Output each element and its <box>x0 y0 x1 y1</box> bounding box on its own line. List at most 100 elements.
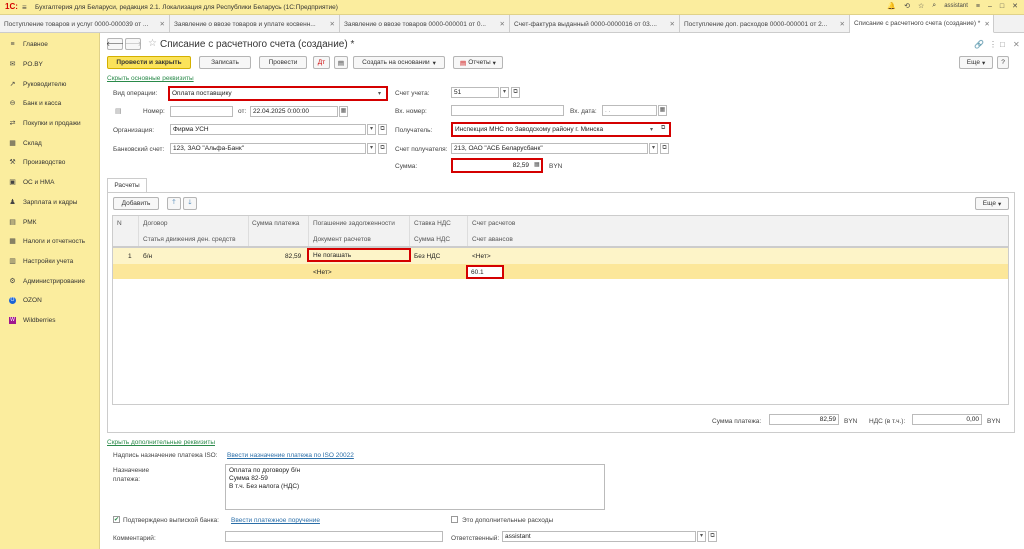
recipient-account-input[interactable]: 213, ОАО "АСБ Беларусбанк" <box>451 143 648 154</box>
bell-icon[interactable]: 🔔 <box>887 2 896 10</box>
table-row-secondary[interactable] <box>113 264 1008 279</box>
tab-invoice[interactable]: Счет-фактура выданный 0000-0000016 от 03… <box>510 15 680 33</box>
more-button[interactable]: Еще ▾ <box>959 56 993 69</box>
number-input[interactable] <box>170 106 233 117</box>
close-tab-icon[interactable]: ✕ <box>670 20 675 28</box>
sidebar-item-admin[interactable]: ⚙ Администрирование <box>0 271 99 291</box>
tab-receipt[interactable]: Поступление товаров и услуг 0000-000039 … <box>0 15 170 33</box>
create-based-on-button[interactable]: Создать на основании ▾ <box>353 56 445 69</box>
user-name[interactable]: assistant <box>944 3 968 9</box>
chevron-down-icon[interactable]: ▾ <box>367 143 376 154</box>
account-input[interactable]: 51 <box>451 87 499 98</box>
tab-import-statement-2[interactable]: Заявление о ввозе товаров 0000-000001 от… <box>340 15 510 33</box>
sum-input[interactable]: 82,59 <box>451 158 543 173</box>
restore-icon[interactable]: □ <box>1000 40 1005 49</box>
sidebar-item-salary[interactable]: ♟ Зарплата и кадры <box>0 193 99 213</box>
row-advance-account[interactable]: 60.1 <box>466 265 504 279</box>
maximize-icon[interactable]: □ <box>1000 3 1004 10</box>
incoming-number-input[interactable] <box>451 105 564 116</box>
minimize-icon[interactable]: – <box>988 3 992 10</box>
bank-confirmed-checkbox[interactable]: ✔ <box>113 516 120 523</box>
open-link-icon[interactable]: ⧉ <box>378 143 387 154</box>
chevron-down-icon[interactable]: ▾ <box>697 531 706 542</box>
chevron-down-icon[interactable]: ▾ <box>500 87 509 98</box>
sidebar-item-production[interactable]: ⚒ Производство <box>0 153 99 173</box>
sidebar-item-poby[interactable]: ✉ PO.BY <box>0 55 99 75</box>
row-settlement-doc[interactable]: <Нет> <box>313 269 332 276</box>
post-and-close-button[interactable]: Провести и закрыть <box>107 56 191 69</box>
sidebar-item-main[interactable]: ≡ Главное <box>0 35 99 55</box>
bank-account-input[interactable]: 123, ЗАО "Альфа-Банк" <box>170 143 366 154</box>
operation-type-select[interactable]: Оплата поставщику <box>168 86 388 101</box>
tab-write-off[interactable]: Списание с расчетного счета (создание) *… <box>850 15 994 33</box>
help-button[interactable]: ? <box>997 56 1009 69</box>
open-link-icon[interactable]: ⧉ <box>660 143 669 154</box>
sidebar-item-taxes[interactable]: ▦ Налоги и отчетность <box>0 232 99 252</box>
sidebar-item-settings[interactable]: ▥ Настройки учета <box>0 252 99 272</box>
open-link-icon[interactable]: ⧉ <box>378 124 387 135</box>
table-more-button[interactable]: Еще ▾ <box>975 197 1009 210</box>
tab-additional-costs[interactable]: Поступление доп. расходов 0000-000001 от… <box>680 15 850 33</box>
open-link-icon[interactable]: ⧉ <box>511 87 520 98</box>
hide-additional-details-link[interactable]: Скрыть дополнительные реквизиты <box>107 439 215 446</box>
reports-button[interactable]: ▤ Отчеты ▾ <box>453 56 503 69</box>
link-icon[interactable]: 🔗 <box>974 40 984 49</box>
favorite-star-icon[interactable]: ☆ <box>148 38 157 49</box>
more-vertical-icon[interactable]: ⋮ <box>989 40 997 49</box>
table-row[interactable] <box>113 248 1008 264</box>
sidebar-item-warehouse[interactable]: ▦ Склад <box>0 133 99 153</box>
close-tab-icon[interactable]: ✕ <box>160 20 165 28</box>
menu-icon[interactable]: ≡ <box>22 3 27 12</box>
tab-settlements[interactable]: Расчеты <box>107 178 147 193</box>
open-link-icon[interactable]: ⧉ <box>708 531 717 542</box>
open-link-icon[interactable]: ⧉ <box>661 125 665 132</box>
calendar-icon[interactable]: ▦ <box>339 106 348 117</box>
chevron-down-icon[interactable]: ▾ <box>367 124 376 135</box>
row-vat-rate[interactable]: Без НДС <box>414 253 440 260</box>
close-tab-icon[interactable]: ✕ <box>500 20 505 28</box>
star-icon[interactable]: ☆ <box>918 2 924 10</box>
sidebar-item-ozon[interactable]: O OZON <box>0 291 99 311</box>
organization-input[interactable]: Фирма УСН <box>170 124 366 135</box>
sidebar-item-rmk[interactable]: ▤ РМК <box>0 212 99 232</box>
responsible-input[interactable]: assistant <box>502 531 696 542</box>
sidebar-item-assets[interactable]: ▣ ОС и НМА <box>0 173 99 193</box>
payment-purpose-textarea[interactable]: Оплата по договору б/н Сумма 82-59 В т.ч… <box>225 464 605 510</box>
dt-kt-button[interactable]: Дт <box>313 56 330 69</box>
back-button[interactable]: 🡐 <box>106 38 124 50</box>
close-tab-icon[interactable]: ✕ <box>984 20 989 28</box>
sidebar-item-bank[interactable]: ⊖ Банк и касса <box>0 94 99 114</box>
iso-purpose-link[interactable]: Ввести назначение платежа по ISO 20022 <box>227 452 354 459</box>
close-tab-icon[interactable]: ✕ <box>840 20 845 28</box>
settings-icon[interactable]: ≡ <box>976 3 980 10</box>
sidebar-item-manager[interactable]: ↗ Руководителю <box>0 74 99 94</box>
close-tab-icon[interactable]: ✕ <box>330 20 335 28</box>
row-debt-repayment[interactable]: Не погашать <box>307 248 411 262</box>
comment-input[interactable] <box>225 531 443 542</box>
document-structure-icon[interactable]: ▤ <box>334 56 348 69</box>
sidebar-item-wildberries[interactable]: W Wildberries <box>0 311 99 331</box>
chevron-down-icon[interactable]: ▾ <box>650 126 653 133</box>
post-button[interactable]: Провести <box>259 56 307 69</box>
calculator-icon[interactable]: ▦ <box>534 161 540 168</box>
move-down-icon[interactable]: 🡓 <box>183 197 197 210</box>
history-icon[interactable]: ⟲ <box>904 2 910 10</box>
payment-order-link[interactable]: Ввести платежное поручение <box>231 517 320 524</box>
extra-expenses-checkbox[interactable] <box>451 516 458 523</box>
tab-import-statement-1[interactable]: Заявление о ввозе товаров и уплате косве… <box>170 15 340 33</box>
move-up-icon[interactable]: 🡑 <box>167 197 181 210</box>
sidebar-item-purchases[interactable]: ⇄ Покупки и продажи <box>0 114 99 134</box>
search-icon[interactable]: ⌕ <box>932 2 936 10</box>
chevron-down-icon[interactable]: ▾ <box>649 143 658 154</box>
row-settlement-account[interactable]: <Нет> <box>472 253 491 260</box>
hide-main-details-link[interactable]: Скрыть основные реквизиты <box>107 75 194 82</box>
add-row-button[interactable]: Добавить <box>113 197 159 210</box>
date-input[interactable]: 22.04.2025 0:00:00 <box>250 106 338 117</box>
close-form-icon[interactable]: ✕ <box>1013 40 1020 49</box>
calendar-icon[interactable]: ▦ <box>658 105 667 116</box>
incoming-date-input[interactable]: . . <box>602 105 657 116</box>
row-contract[interactable]: б/н <box>143 253 152 260</box>
close-icon[interactable]: ✕ <box>1012 2 1018 10</box>
forward-button[interactable]: 🡒 <box>124 38 142 50</box>
recipient-input[interactable]: Инспекция МНС по Заводскому району г. Ми… <box>451 122 671 137</box>
